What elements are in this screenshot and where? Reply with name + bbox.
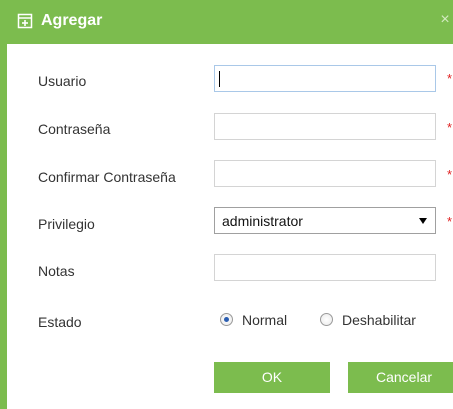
privilegio-select[interactable]: administrator: [214, 207, 436, 234]
estado-radio-deshabilitar[interactable]: [320, 313, 333, 326]
confirmar-contrasena-label: Confirmar Contraseña: [38, 169, 176, 185]
required-mark: *: [447, 167, 453, 182]
text-caret: [219, 71, 220, 87]
privilegio-selected-value: administrator: [222, 213, 303, 229]
contrasena-input[interactable]: [214, 113, 436, 140]
add-user-dialog: Agregar × Usuario * Contraseña * Confirm…: [0, 0, 453, 409]
dialog-title: Agregar: [41, 12, 103, 29]
estado-radio-normal[interactable]: [220, 313, 233, 326]
required-mark: *: [447, 214, 453, 229]
confirmar-contrasena-input[interactable]: [214, 160, 436, 187]
estado-label: Estado: [38, 314, 82, 330]
usuario-input[interactable]: [214, 65, 436, 92]
chevron-down-icon[interactable]: [419, 218, 427, 224]
notas-label: Notas: [38, 263, 75, 279]
cancel-button[interactable]: Cancelar: [348, 362, 453, 393]
required-mark: *: [447, 71, 453, 86]
estado-radio-deshabilitar-label[interactable]: Deshabilitar: [342, 311, 416, 329]
privilegio-label: Privilegio: [38, 216, 95, 232]
ok-button[interactable]: OK: [214, 362, 330, 393]
notas-input[interactable]: [214, 254, 436, 281]
dialog-titlebar: Agregar ×: [0, 0, 453, 44]
usuario-label: Usuario: [38, 73, 87, 89]
required-mark: *: [447, 120, 453, 135]
estado-radio-normal-label[interactable]: Normal: [242, 311, 287, 329]
radio-selected-dot: [224, 317, 229, 322]
contrasena-label: Contraseña: [38, 121, 111, 137]
add-form-icon: [17, 13, 33, 29]
close-icon[interactable]: ×: [437, 11, 453, 29]
